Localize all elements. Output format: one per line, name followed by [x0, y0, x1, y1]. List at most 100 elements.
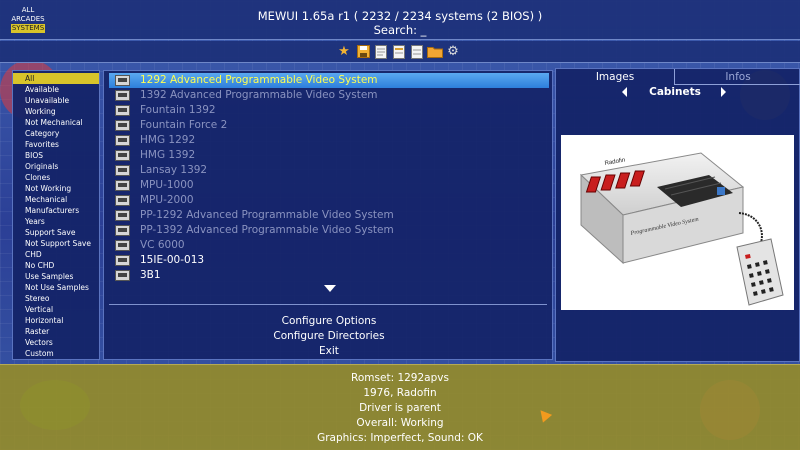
filter-item-category[interactable]: Category	[13, 128, 99, 139]
star-icon[interactable]: ★	[337, 44, 351, 59]
game-list-item[interactable]: MPU-2000	[109, 193, 549, 208]
filter-item-clones[interactable]: Clones	[13, 172, 99, 183]
filter-item-working[interactable]: Working	[13, 106, 99, 117]
filter-item-vertical[interactable]: Vertical	[13, 304, 99, 315]
filter-item-support-save[interactable]: Support Save	[13, 227, 99, 238]
game-title: 1392 Advanced Programmable Video System	[140, 89, 378, 101]
document-edit-icon[interactable]	[410, 44, 424, 59]
game-list-item[interactable]: Fountain 1392	[109, 103, 549, 118]
system-icon	[115, 165, 130, 176]
system-icon	[115, 225, 130, 236]
filter-item-originals[interactable]: Originals	[13, 161, 99, 172]
system-icon	[115, 105, 130, 116]
filter-item-custom[interactable]: Custom	[13, 348, 99, 359]
game-list: 1292 Advanced Programmable Video System …	[103, 70, 553, 360]
game-list-item[interactable]: Fountain Force 2	[109, 118, 549, 133]
system-icon	[115, 270, 130, 281]
romset-label: Romset: 1292apvs	[351, 372, 449, 384]
filter-item-stereo[interactable]: Stereo	[13, 293, 99, 304]
app-title: MEWUI 1.65a r1 ( 2232 / 2234 systems (2 …	[257, 9, 543, 23]
brand-logo: Radofin	[604, 157, 625, 167]
next-arrow-icon[interactable]	[721, 87, 726, 97]
filter-item-years[interactable]: Years	[13, 216, 99, 227]
game-list-item[interactable]: 15IE-00-013	[109, 253, 549, 268]
game-title: Fountain 1392	[140, 104, 216, 116]
gear-icon[interactable]: ⚙	[446, 44, 460, 59]
filter-item-unavailable[interactable]: Unavailable	[13, 95, 99, 106]
scroll-down-arrow-icon[interactable]	[324, 285, 336, 292]
game-title: VC 6000	[140, 239, 185, 251]
system-icon	[115, 240, 130, 251]
exit-button[interactable]: Exit	[104, 345, 554, 357]
game-info-panel: Romset: 1292apvs 1976, Radofin Driver is…	[0, 364, 800, 450]
game-list-item[interactable]: 1392 Advanced Programmable Video System	[109, 88, 549, 103]
filter-item-manufacturers[interactable]: Manufacturers	[13, 205, 99, 216]
filter-item-raster[interactable]: Raster	[13, 326, 99, 337]
filter-sidebar: All Available Unavailable Working Not Me…	[12, 70, 100, 360]
filter-item-favorites[interactable]: Favorites	[13, 139, 99, 150]
folder-icon[interactable]	[427, 44, 443, 59]
game-title: PP-1292 Advanced Programmable Video Syst…	[140, 209, 394, 221]
system-icon	[115, 210, 130, 221]
filter-item-mechanical[interactable]: Mechanical	[13, 194, 99, 205]
filter-item-not-use-samples[interactable]: Not Use Samples	[13, 282, 99, 293]
system-icon	[115, 90, 130, 101]
filter-item-horizontal[interactable]: Horizontal	[13, 315, 99, 326]
image-panel: Images Infos Cabinets Radofin Programmab…	[555, 68, 800, 362]
system-icon	[115, 135, 130, 146]
previous-arrow-icon[interactable]	[622, 87, 627, 97]
system-icon	[115, 150, 130, 161]
game-title: PP-1392 Advanced Programmable Video Syst…	[140, 224, 394, 236]
game-title: 15IE-00-013	[140, 254, 205, 266]
filter-item-bios[interactable]: BIOS	[13, 150, 99, 161]
game-list-item[interactable]: MPU-1000	[109, 178, 549, 193]
game-list-item[interactable]: HMG 1392	[109, 148, 549, 163]
configure-directories-button[interactable]: Configure Directories	[104, 330, 554, 342]
game-list-item[interactable]: PP-1292 Advanced Programmable Video Syst…	[109, 208, 549, 223]
filter-item-vectors[interactable]: Vectors	[13, 337, 99, 348]
filter-item-all[interactable]: All	[13, 73, 99, 84]
cabinet-image: Radofin Programmable Video System	[561, 135, 794, 310]
emulation-status-label: Graphics: Imperfect, Sound: OK	[317, 432, 483, 444]
game-title: Fountain Force 2	[140, 119, 228, 131]
game-list-item[interactable]: 3B1	[109, 268, 549, 283]
save-icon[interactable]	[356, 44, 370, 59]
system-icon	[115, 180, 130, 191]
system-icon	[115, 255, 130, 266]
game-title: HMG 1292	[140, 134, 196, 146]
tab-images[interactable]: Images	[556, 69, 674, 85]
game-list-item[interactable]: HMG 1292	[109, 133, 549, 148]
divider	[109, 304, 547, 305]
filter-item-not-support-save[interactable]: Not Support Save	[13, 238, 99, 249]
game-list-item[interactable]: VC 6000	[109, 238, 549, 253]
game-list-item[interactable]: Lansay 1392	[109, 163, 549, 178]
document-list-icon[interactable]	[392, 44, 406, 59]
console-illustration: Radofin Programmable Video System	[579, 152, 784, 306]
game-list-item[interactable]: PP-1392 Advanced Programmable Video Syst…	[109, 223, 549, 238]
filter-item-no-chd[interactable]: No CHD	[13, 260, 99, 271]
game-title: HMG 1392	[140, 149, 196, 161]
system-icon	[115, 120, 130, 131]
driver-label: Driver is parent	[359, 402, 441, 414]
document-icon[interactable]	[374, 44, 388, 59]
filter-item-chd[interactable]: CHD	[13, 249, 99, 260]
system-icon	[115, 195, 130, 206]
image-type-label: Cabinets	[649, 86, 701, 98]
filter-item-available[interactable]: Available	[13, 84, 99, 95]
system-icon	[115, 75, 130, 86]
filter-item-not-mechanical[interactable]: Not Mechanical	[13, 117, 99, 128]
overall-status-label: Overall: Working	[356, 417, 444, 429]
search-input[interactable]: Search: _	[0, 23, 800, 37]
game-title: MPU-2000	[140, 194, 194, 206]
toolbar: ★ ⚙	[0, 41, 800, 63]
game-title: Lansay 1392	[140, 164, 208, 176]
year-manufacturer-label: 1976, Radofin	[363, 387, 437, 399]
game-title: 3B1	[140, 269, 161, 281]
filter-item-not-working[interactable]: Not Working	[13, 183, 99, 194]
tab-infos[interactable]: Infos	[674, 69, 800, 85]
title-bar: ALL ARCADES SYSTEMS MEWUI 1.65a r1 ( 223…	[0, 0, 800, 40]
game-title: MPU-1000	[140, 179, 194, 191]
game-list-item[interactable]: 1292 Advanced Programmable Video System	[109, 73, 549, 88]
filter-item-use-samples[interactable]: Use Samples	[13, 271, 99, 282]
configure-options-button[interactable]: Configure Options	[104, 315, 554, 327]
